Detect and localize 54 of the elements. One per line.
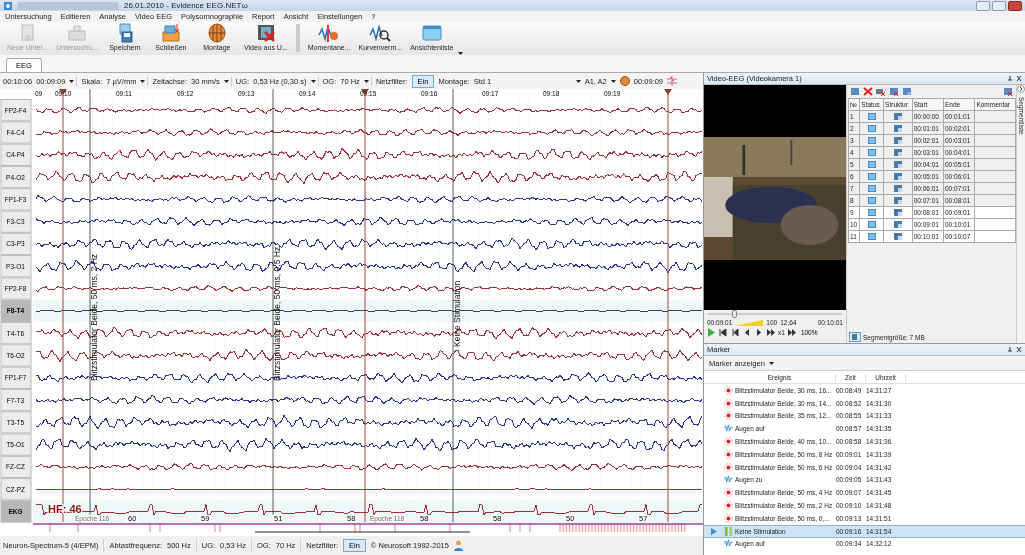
segment-delete-icon[interactable] [889, 87, 899, 96]
dropdown-caret-icon[interactable] [610, 79, 616, 83]
structure-icon [893, 137, 902, 144]
folder-icon [66, 23, 89, 43]
wave-icon [724, 475, 733, 485]
annotation-label: Blitzstimulator Beide, 50 ms, 0,5 Hz [272, 246, 282, 381]
wave-icon [724, 539, 733, 549]
dropdown-caret-icon[interactable] [69, 79, 75, 83]
structure-icon [893, 221, 902, 228]
structure-icon [893, 233, 902, 240]
step-back-button[interactable] [742, 328, 752, 337]
dropdown-caret-icon[interactable] [363, 79, 369, 83]
close-button[interactable] [1008, 0, 1022, 11]
dropdown-caret-icon[interactable] [310, 79, 316, 83]
annotation-label: Keine Stimulation [452, 280, 462, 347]
structure-icon [893, 113, 902, 120]
pin-close-icon[interactable] [1008, 346, 1022, 353]
add-segment-icon[interactable] [850, 87, 860, 96]
structure-icon [893, 161, 902, 168]
first-button[interactable] [718, 328, 728, 337]
dropdown-caret-icon[interactable] [575, 79, 581, 83]
current-row-icon [711, 527, 717, 535]
step-forward-button[interactable] [754, 328, 764, 337]
structure-icon [893, 125, 902, 132]
annotation-label: Blitzstimulator Beide, 50 ms, 2 Hz [89, 253, 99, 381]
previous-button[interactable] [730, 328, 740, 337]
structure-icon [893, 149, 902, 156]
expand-icon[interactable] [1017, 85, 1025, 93]
segment-icon[interactable] [902, 87, 912, 96]
structure-icon [893, 197, 902, 204]
slider-thumb[interactable] [731, 310, 737, 318]
structure-icon [893, 173, 902, 180]
camera-delete-icon[interactable] [876, 87, 886, 96]
fast-forward-button[interactable] [766, 328, 776, 337]
dropdown-caret-icon[interactable] [223, 79, 229, 83]
wave-icon [724, 424, 733, 434]
seek-slider[interactable] [708, 310, 842, 318]
wave-magnifier-icon [369, 23, 392, 43]
segment-delete-icon[interactable] [1003, 87, 1013, 96]
structure-icon [893, 209, 902, 216]
user-icon[interactable] [453, 539, 463, 551]
dropdown-caret-icon[interactable] [140, 79, 146, 83]
delete-icon[interactable] [863, 87, 873, 96]
structure-icon [893, 185, 902, 192]
wave-icon [318, 23, 341, 43]
window-icon [420, 23, 443, 43]
pin-close-icon[interactable] [1008, 75, 1022, 82]
pause-icon [724, 526, 733, 536]
dropdown-caret-icon[interactable] [768, 361, 774, 365]
trace-icon[interactable] [667, 76, 677, 86]
faster-button[interactable] [786, 328, 797, 337]
segment-size-icon[interactable] [849, 332, 861, 342]
window-title: 26.01.2010 - Evidence EEG.NETω [124, 1, 248, 10]
box-icon [159, 23, 182, 43]
